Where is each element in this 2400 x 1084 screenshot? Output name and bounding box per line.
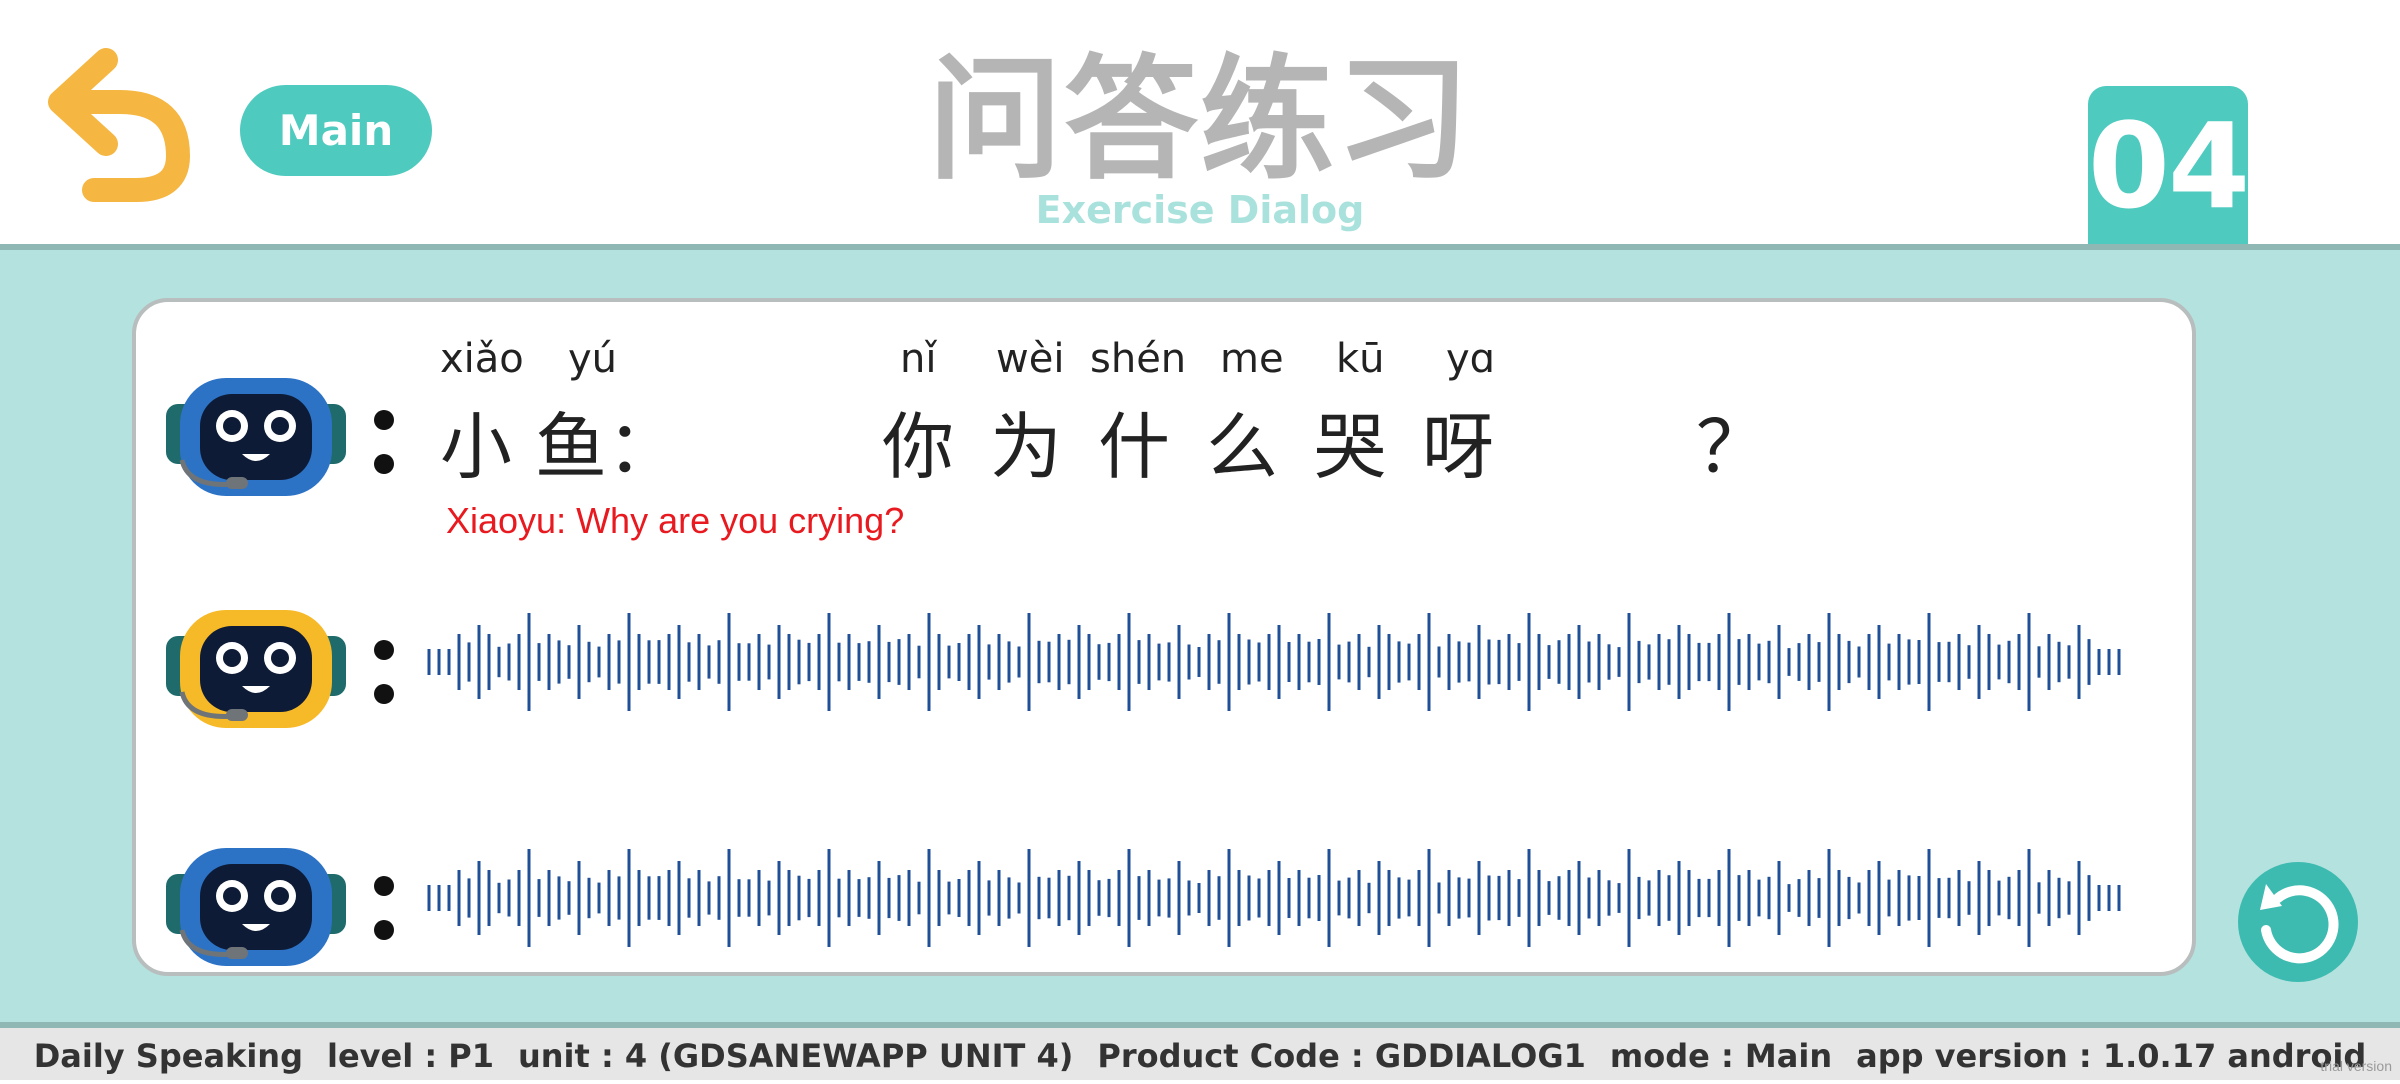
footer-mode: mode : Main bbox=[1609, 1037, 1833, 1075]
hanzi-word-1: 你 bbox=[882, 405, 955, 489]
question-mark: ？ bbox=[1696, 405, 1769, 489]
watermark-text: trial version bbox=[2320, 1058, 2392, 1074]
pinyin-word-6: yɑ bbox=[1446, 336, 1496, 382]
speaker-colon bbox=[372, 640, 396, 704]
audio-waveform[interactable] bbox=[425, 610, 2125, 714]
footer-level: level : P1 bbox=[326, 1037, 494, 1075]
lesson-number-badge: 04 bbox=[2088, 86, 2250, 246]
audio-waveform[interactable] bbox=[425, 846, 2125, 950]
pinyin-speaker-2: yú bbox=[568, 336, 618, 382]
status-bar: Daily Speaking level : P1 unit : 4 (GDSANE… bbox=[0, 1028, 2400, 1080]
page-subtitle: Exercise Dialog bbox=[1035, 188, 1365, 232]
main-button[interactable]: Main bbox=[240, 85, 432, 176]
translation-text: Xiaoyu: Why are you crying? bbox=[446, 500, 905, 541]
speaker-colon bbox=[372, 410, 396, 474]
hanzi-word-5: 哭 bbox=[1314, 405, 1387, 489]
footer-product-code: Product Code : GDDIALOG1 bbox=[1097, 1037, 1586, 1075]
replay-icon[interactable] bbox=[2236, 860, 2360, 984]
page-title: 问答练习 bbox=[927, 42, 1472, 198]
pinyin-word-4: me bbox=[1220, 336, 1284, 382]
pinyin-word-1: nǐ bbox=[900, 336, 937, 382]
hanzi-word-6: 呀 bbox=[1422, 405, 1495, 489]
hanzi-word-4: 么 bbox=[1206, 405, 1279, 489]
pinyin-word-3: shén bbox=[1090, 336, 1187, 382]
hanzi-word-2: 为 bbox=[990, 405, 1063, 489]
speaker-name: 小 鱼： bbox=[440, 405, 679, 489]
footer-app-version: app version : 1.0.17 android bbox=[1856, 1037, 2367, 1075]
footer-unit: unit : 4 (GDSANEWAPP UNIT 4) bbox=[517, 1037, 1074, 1075]
pinyin-word-2: wèi bbox=[996, 336, 1065, 382]
back-arrow-icon[interactable] bbox=[44, 44, 204, 204]
robot-yellow-icon[interactable] bbox=[164, 596, 348, 736]
header-bar: Main 问答练习 Exercise Dialog 04 bbox=[0, 0, 2400, 246]
robot-blue-icon[interactable] bbox=[164, 834, 348, 974]
robot-blue-icon[interactable] bbox=[164, 364, 348, 504]
hanzi-word-3: 什 bbox=[1098, 405, 1171, 489]
footer-product: Daily Speaking bbox=[33, 1037, 303, 1075]
pinyin-word-5: kū bbox=[1336, 336, 1385, 382]
speaker-colon bbox=[372, 876, 396, 940]
pinyin-speaker-1: xiǎo bbox=[440, 336, 524, 382]
